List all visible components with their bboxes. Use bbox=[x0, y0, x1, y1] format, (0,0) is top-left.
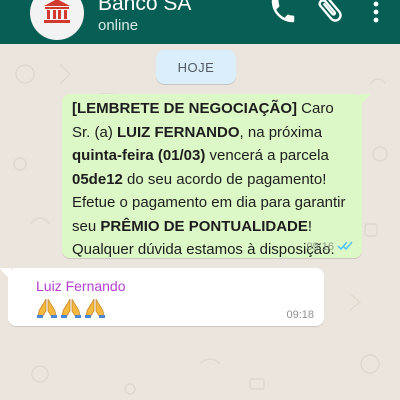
folded-hands-icon bbox=[84, 297, 106, 324]
emoji-row bbox=[36, 297, 314, 324]
folded-hands-icon bbox=[36, 297, 58, 324]
message-time: 09:18 bbox=[286, 309, 314, 321]
contact-avatar[interactable] bbox=[30, 0, 84, 40]
chat-header: Banco SA online bbox=[0, 0, 400, 44]
message-segment-bold: LUIZ FERNANDO bbox=[117, 123, 240, 141]
outgoing-message-bubble[interactable]: [LEMBRETE DE NEGOCIAÇÃO] Caro Sr. (a) LU… bbox=[62, 94, 371, 258]
double-check-read-icon bbox=[337, 240, 354, 254]
message-segment-bold: quinta-feira (01/03) bbox=[72, 147, 206, 164]
contact-name[interactable]: Banco SA bbox=[98, 0, 191, 16]
message-time: 09:16 bbox=[306, 241, 334, 253]
message-segment: vencerá a parcela bbox=[205, 147, 329, 164]
sender-name[interactable]: Luiz Fernando bbox=[36, 277, 314, 295]
folded-hands-icon bbox=[60, 297, 82, 324]
bubble-tail bbox=[0, 268, 11, 280]
paperclip-icon[interactable] bbox=[314, 0, 346, 31]
message-segment-bold: 05de12 bbox=[72, 170, 123, 188]
message-segment-bold: PRÊMIO DE PONTUALIDADE bbox=[100, 217, 308, 235]
contact-status: online bbox=[98, 17, 139, 34]
bank-icon bbox=[43, 0, 71, 29]
message-segment-bold: [LEMBRETE DE NEGOCIAÇÃO] bbox=[72, 100, 297, 117]
message-meta: 09:18 bbox=[286, 309, 314, 321]
phone-icon[interactable] bbox=[268, 0, 298, 31]
more-vertical-icon[interactable] bbox=[366, 0, 386, 33]
message-segment: , na próxima bbox=[239, 123, 323, 141]
message-text: [LEMBRETE DE NEGOCIAÇÃO] Caro Sr. (a) LU… bbox=[72, 97, 354, 262]
date-separator: HOJE bbox=[156, 50, 236, 84]
incoming-message-bubble[interactable]: Luiz Fernando 09:18 bbox=[0, 268, 324, 326]
bubble-tail bbox=[359, 94, 371, 106]
message-meta: 09:16 bbox=[306, 240, 354, 254]
